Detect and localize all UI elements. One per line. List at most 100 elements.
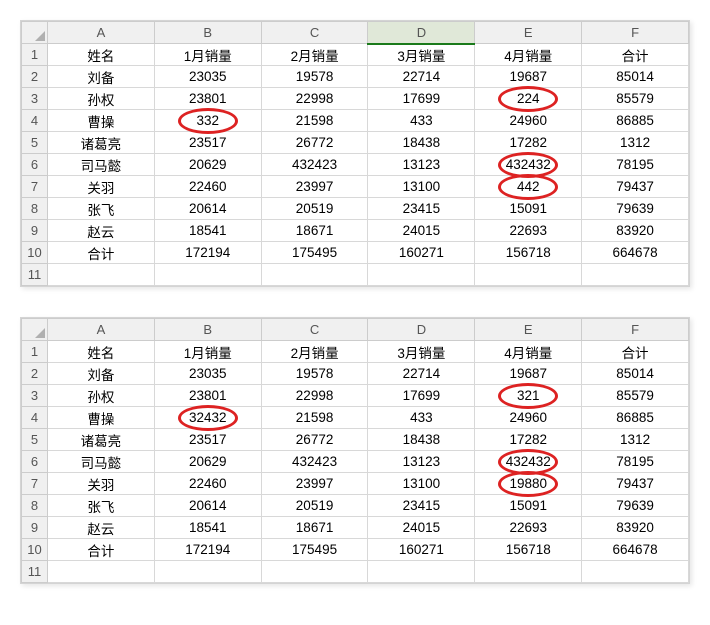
select-all-corner[interactable] (22, 22, 48, 44)
row-header-11[interactable]: 11 (22, 561, 48, 583)
cell-2-A[interactable]: 刘备 (48, 66, 155, 88)
cell-3-F[interactable]: 85579 (582, 385, 689, 407)
cell-10-D[interactable]: 160271 (368, 242, 475, 264)
cell-9-A[interactable]: 赵云 (48, 220, 155, 242)
cell-11-A[interactable] (48, 561, 155, 583)
cell-9-C[interactable]: 18671 (261, 220, 368, 242)
cell-7-B[interactable]: 22460 (154, 176, 261, 198)
cell-1-F[interactable]: 合计 (582, 44, 689, 66)
cell-1-C[interactable]: 2月销量 (261, 341, 368, 363)
row-header-3[interactable]: 3 (22, 88, 48, 110)
cell-3-C[interactable]: 22998 (261, 385, 368, 407)
cell-11-E[interactable] (475, 264, 582, 286)
cell-8-A[interactable]: 张飞 (48, 495, 155, 517)
cell-4-B[interactable]: 332 (154, 110, 261, 132)
cell-6-B[interactable]: 20629 (154, 451, 261, 473)
cell-2-B[interactable]: 23035 (154, 66, 261, 88)
cell-4-A[interactable]: 曹操 (48, 110, 155, 132)
cell-7-B[interactable]: 22460 (154, 473, 261, 495)
cell-9-B[interactable]: 18541 (154, 517, 261, 539)
cell-7-E[interactable]: 442 (475, 176, 582, 198)
row-header-5[interactable]: 5 (22, 132, 48, 154)
cell-1-E[interactable]: 4月销量 (475, 341, 582, 363)
col-header-C[interactable]: C (261, 22, 368, 44)
cell-3-A[interactable]: 孙权 (48, 88, 155, 110)
row-header-8[interactable]: 8 (22, 198, 48, 220)
cell-7-D[interactable]: 13100 (368, 176, 475, 198)
cell-6-C[interactable]: 432423 (261, 451, 368, 473)
cell-8-D[interactable]: 23415 (368, 495, 475, 517)
cell-5-B[interactable]: 23517 (154, 132, 261, 154)
cell-11-D[interactable] (368, 264, 475, 286)
cell-1-A[interactable]: 姓名 (48, 341, 155, 363)
cell-6-E[interactable]: 432432 (475, 154, 582, 176)
cell-7-C[interactable]: 23997 (261, 473, 368, 495)
cell-7-C[interactable]: 23997 (261, 176, 368, 198)
row-header-5[interactable]: 5 (22, 429, 48, 451)
cell-2-A[interactable]: 刘备 (48, 363, 155, 385)
col-header-B[interactable]: B (154, 22, 261, 44)
cell-6-C[interactable]: 432423 (261, 154, 368, 176)
row-header-2[interactable]: 2 (22, 363, 48, 385)
row-header-8[interactable]: 8 (22, 495, 48, 517)
cell-4-C[interactable]: 21598 (261, 110, 368, 132)
cell-11-E[interactable] (475, 561, 582, 583)
cell-10-C[interactable]: 175495 (261, 242, 368, 264)
cell-3-B[interactable]: 23801 (154, 88, 261, 110)
col-header-B[interactable]: B (154, 319, 261, 341)
row-header-2[interactable]: 2 (22, 66, 48, 88)
cell-2-D[interactable]: 22714 (368, 363, 475, 385)
cell-2-D[interactable]: 22714 (368, 66, 475, 88)
cell-7-F[interactable]: 79437 (582, 473, 689, 495)
col-header-F[interactable]: F (582, 22, 689, 44)
cell-7-D[interactable]: 13100 (368, 473, 475, 495)
col-header-D[interactable]: D (368, 22, 475, 44)
cell-8-C[interactable]: 20519 (261, 198, 368, 220)
cell-11-C[interactable] (261, 561, 368, 583)
row-header-6[interactable]: 6 (22, 154, 48, 176)
cell-3-D[interactable]: 17699 (368, 385, 475, 407)
cell-11-F[interactable] (582, 264, 689, 286)
cell-9-F[interactable]: 83920 (582, 517, 689, 539)
cell-10-D[interactable]: 160271 (368, 539, 475, 561)
cell-8-C[interactable]: 20519 (261, 495, 368, 517)
col-header-E[interactable]: E (475, 319, 582, 341)
row-header-1[interactable]: 1 (22, 341, 48, 363)
cell-11-A[interactable] (48, 264, 155, 286)
cell-8-B[interactable]: 20614 (154, 198, 261, 220)
col-header-C[interactable]: C (261, 319, 368, 341)
row-header-7[interactable]: 7 (22, 473, 48, 495)
cell-9-A[interactable]: 赵云 (48, 517, 155, 539)
cell-9-D[interactable]: 24015 (368, 220, 475, 242)
cell-2-E[interactable]: 19687 (475, 66, 582, 88)
cell-1-B[interactable]: 1月销量 (154, 44, 261, 66)
cell-6-E[interactable]: 432432 (475, 451, 582, 473)
cell-5-D[interactable]: 18438 (368, 429, 475, 451)
cell-1-D[interactable]: 3月销量 (368, 44, 475, 66)
cell-5-E[interactable]: 17282 (475, 132, 582, 154)
row-header-4[interactable]: 4 (22, 407, 48, 429)
cell-4-C[interactable]: 21598 (261, 407, 368, 429)
cell-10-E[interactable]: 156718 (475, 242, 582, 264)
grid-1[interactable]: ABCDEF 1姓名1月销量2月销量3月销量4月销量合计2刘备230351957… (21, 21, 689, 286)
cell-11-B[interactable] (154, 264, 261, 286)
cell-6-F[interactable]: 78195 (582, 154, 689, 176)
cell-7-A[interactable]: 关羽 (48, 473, 155, 495)
cell-6-A[interactable]: 司马懿 (48, 451, 155, 473)
cell-3-C[interactable]: 22998 (261, 88, 368, 110)
cell-6-B[interactable]: 20629 (154, 154, 261, 176)
cell-9-B[interactable]: 18541 (154, 220, 261, 242)
cell-8-F[interactable]: 79639 (582, 198, 689, 220)
cell-5-C[interactable]: 26772 (261, 132, 368, 154)
cell-2-E[interactable]: 19687 (475, 363, 582, 385)
cell-2-C[interactable]: 19578 (261, 66, 368, 88)
cell-5-A[interactable]: 诸葛亮 (48, 132, 155, 154)
row-header-11[interactable]: 11 (22, 264, 48, 286)
grid-body-1[interactable]: 1姓名1月销量2月销量3月销量4月销量合计2刘备2303519578227141… (22, 44, 689, 286)
cell-8-E[interactable]: 15091 (475, 198, 582, 220)
cell-5-E[interactable]: 17282 (475, 429, 582, 451)
cell-11-D[interactable] (368, 561, 475, 583)
cell-8-A[interactable]: 张飞 (48, 198, 155, 220)
cell-6-F[interactable]: 78195 (582, 451, 689, 473)
cell-9-F[interactable]: 83920 (582, 220, 689, 242)
